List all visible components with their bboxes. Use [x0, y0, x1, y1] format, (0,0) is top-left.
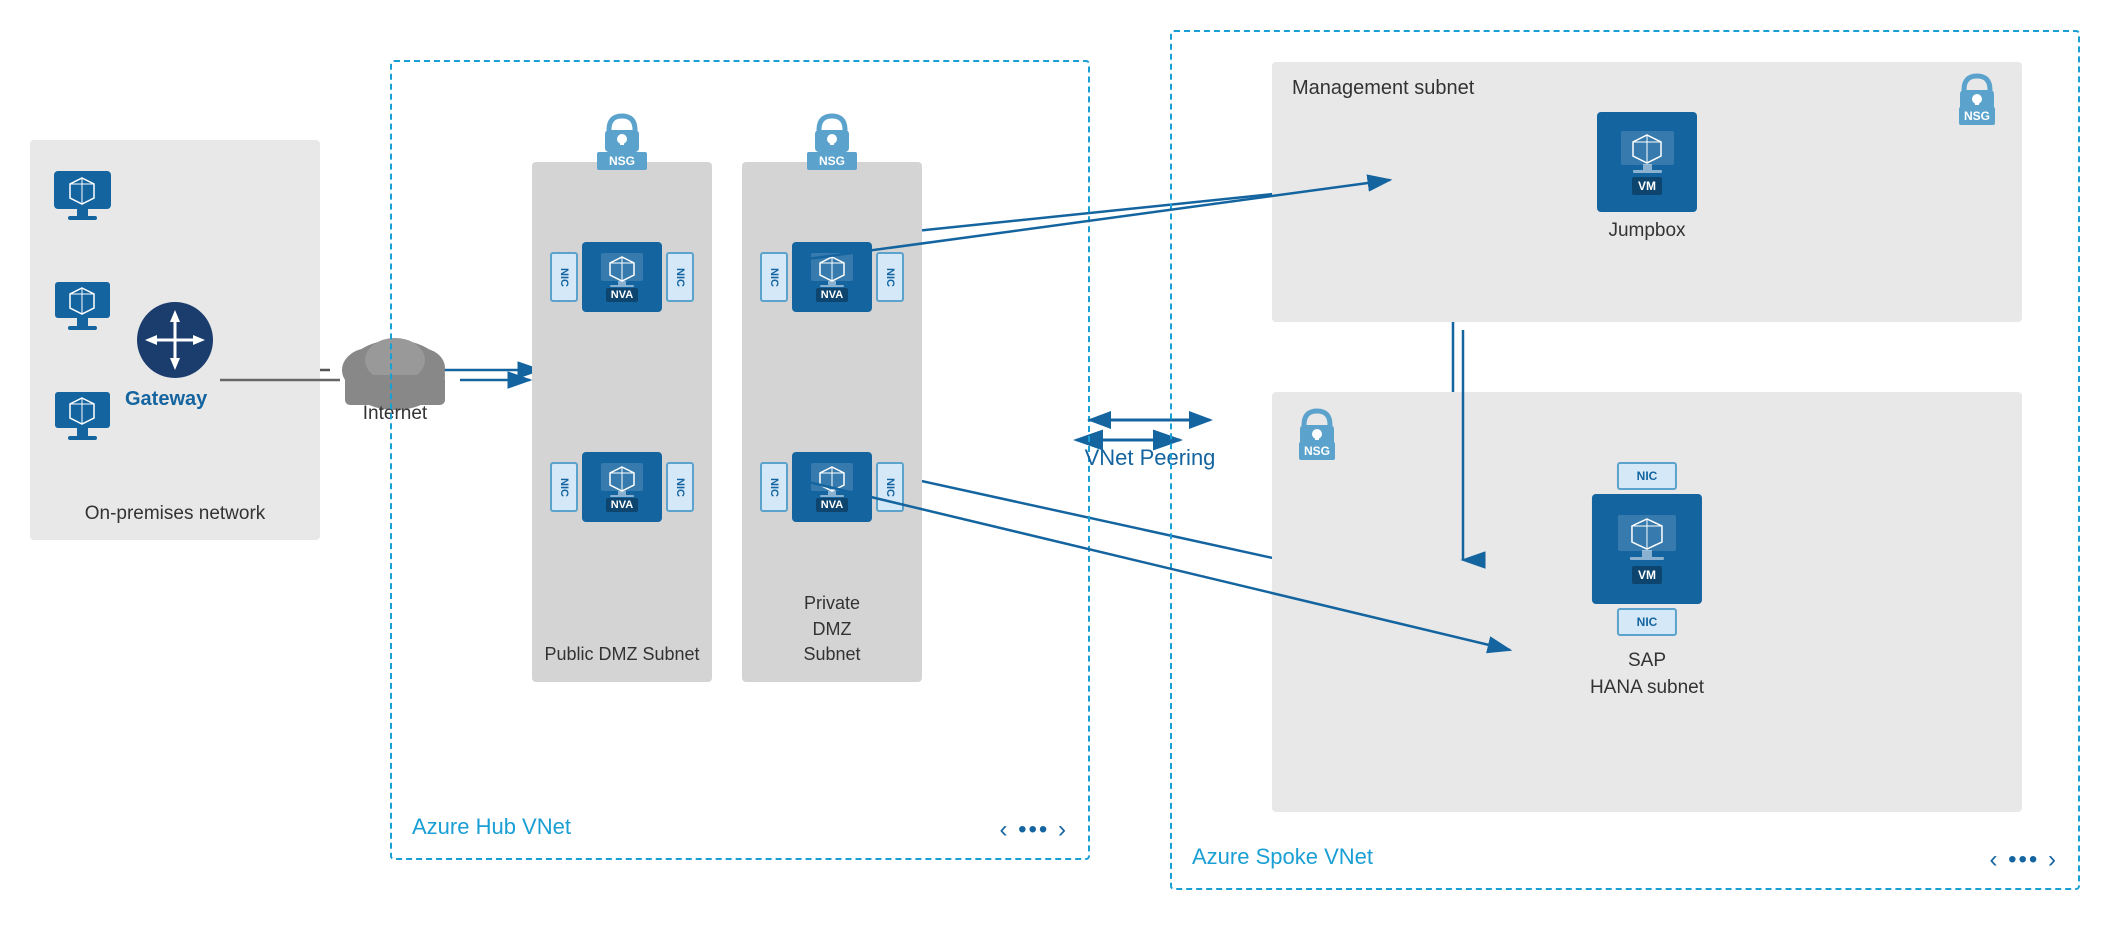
private-dmz-box: NSG NIC NVA NIC: [742, 162, 922, 682]
public-dmz-box: NSG NIC NVA: [532, 162, 712, 682]
sap-nic-top: NIC: [1617, 462, 1677, 490]
private-nva-bottom: NIC NVA NIC: [760, 452, 904, 522]
nva-bottom-label: NVA: [606, 498, 638, 512]
private-nic-left-bottom: NIC: [760, 462, 788, 512]
public-nsg: NSG: [597, 112, 647, 170]
sap-vm-box: VM: [1592, 494, 1702, 604]
sap-nic-bottom: NIC: [1617, 608, 1677, 636]
nic-right-top: NIC: [666, 252, 694, 302]
monitor-icon-3: [50, 390, 115, 450]
onprem-box: Gateway On-premises network: [30, 140, 320, 540]
mgmt-subnet-box: Management subnet NSG: [1272, 62, 2022, 322]
mgmt-nsg: NSG: [1952, 72, 2002, 125]
diagram-container: Gateway On-premises network Internet Azu…: [0, 0, 2127, 942]
jumpbox-vm-box: VM: [1597, 112, 1697, 212]
nva-top-label: NVA: [606, 288, 638, 302]
private-nic-left-top: NIC: [760, 252, 788, 302]
nic-left-bottom: NIC: [550, 462, 578, 512]
hub-vnet-box: Azure Hub VNet ‹ ••• › NSG NIC: [390, 60, 1090, 860]
onprem-label: On-premises network: [30, 503, 320, 525]
jumpbox-label: Jumpbox: [1608, 220, 1685, 242]
private-nsg: NSG: [807, 112, 857, 170]
monitor-icon-2: [50, 280, 115, 340]
private-dmz-label: PrivateDMZSubnet: [742, 591, 922, 667]
sap-nsg-label: NSG: [1299, 442, 1335, 460]
sap-nsg: NSG: [1292, 407, 1342, 460]
monitor-icon-1: [50, 170, 115, 230]
sap-subnet-box: NSG NIC VM: [1272, 392, 2022, 812]
mgmt-subnet-title: Management subnet: [1292, 77, 1474, 100]
spoke-dots: ‹ ••• ›: [1989, 846, 2058, 874]
nic-right-bottom: NIC: [666, 462, 694, 512]
nva-bottom-vm: NVA: [582, 452, 662, 522]
public-nsg-label: NSG: [597, 152, 647, 170]
public-dmz-label: Public DMZ Subnet: [532, 642, 712, 667]
private-nic-right-top: NIC: [876, 252, 904, 302]
spoke-vnet-label: Azure Spoke VNet: [1192, 844, 1373, 870]
nic-left-top: NIC: [550, 252, 578, 302]
hub-dots: ‹ ••• ›: [999, 816, 1068, 844]
private-nsg-label: NSG: [807, 152, 857, 170]
nva-top-vm: NVA: [582, 242, 662, 312]
private-nva-top-vm: NVA: [792, 242, 872, 312]
mgmt-nsg-label: NSG: [1959, 107, 1995, 125]
spoke-vnet-box: Azure Spoke VNet ‹ ••• › Management subn…: [1170, 30, 2080, 890]
gateway-label: Gateway: [125, 388, 207, 411]
private-nva-bottom-vm: NVA: [792, 452, 872, 522]
gateway-icon: [135, 300, 215, 380]
jumpbox-vm-container: VM Jumpbox: [1597, 112, 1697, 242]
private-nva-top: NIC NVA NIC: [760, 242, 904, 312]
private-nic-right-bottom: NIC: [876, 462, 904, 512]
nva-top-container: NIC NVA NIC: [550, 242, 694, 312]
hub-vnet-label: Azure Hub VNet: [412, 814, 571, 840]
sap-vm-label: VM: [1632, 566, 1662, 584]
jumpbox-vm-label: VM: [1632, 177, 1662, 195]
nva-bottom-container: NIC NVA NIC: [550, 452, 694, 522]
sap-vm-container: NIC VM NIC SAPHANA subnet: [1590, 462, 1704, 701]
sap-subnet-label: SAPHANA subnet: [1590, 648, 1704, 701]
